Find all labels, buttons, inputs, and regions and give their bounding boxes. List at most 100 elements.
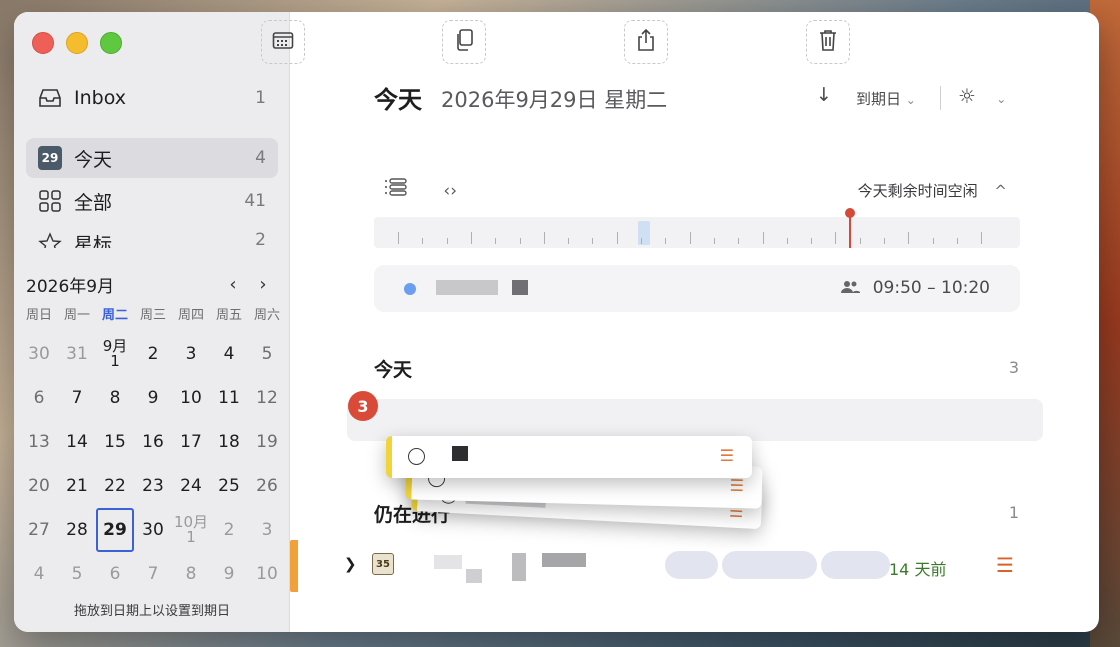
timeline-event-block[interactable] xyxy=(638,221,650,245)
share-icon xyxy=(636,28,656,57)
calendar-day[interactable]: 21 xyxy=(58,464,96,508)
sidebar-item-all[interactable]: 全部 41 xyxy=(26,181,278,221)
duplicate-button[interactable] xyxy=(442,20,486,64)
calendar-day[interactable]: 8 xyxy=(172,552,210,596)
calendar-day[interactable]: 3 xyxy=(172,332,210,376)
menu-lines-icon: ☰ xyxy=(729,475,745,496)
weekday-label: 周三 xyxy=(139,308,166,323)
calendar-day[interactable]: 12 xyxy=(248,376,286,420)
app-window: Inbox 1 29 今天 4 全部 41 星标 2 2026年9月 ‹ › 周… xyxy=(14,12,1099,632)
calendar-day[interactable]: 20 xyxy=(20,464,58,508)
calendar-day[interactable]: 23 xyxy=(134,464,172,508)
calendar-color-dot xyxy=(404,283,416,295)
calendar-day[interactable]: 19 xyxy=(248,420,286,464)
calendar-day[interactable]: 10 xyxy=(248,552,286,596)
close-window-button[interactable] xyxy=(32,32,54,54)
task-row[interactable]: ❯ 35 14 天前 ☰ xyxy=(344,547,1044,587)
calendar-day[interactable]: 7 xyxy=(58,376,96,420)
page-date: 2026年9月29日 星期二 xyxy=(441,88,668,112)
minimize-window-button[interactable] xyxy=(66,32,88,54)
calendar-day[interactable]: 4 xyxy=(20,552,58,596)
calendar-day[interactable]: 6 xyxy=(20,376,58,420)
timeline-tick xyxy=(908,232,910,244)
timeline-tick xyxy=(641,238,642,244)
sidebar-item-label: 全部 xyxy=(74,191,113,214)
calendar-day[interactable]: 2 xyxy=(134,332,172,376)
timeline-tick xyxy=(981,232,983,244)
calendar-day[interactable]: 30 xyxy=(134,508,172,552)
share-button[interactable] xyxy=(624,20,668,64)
chevron-right-icon[interactable]: ❯ xyxy=(344,555,357,573)
calendar-day[interactable]: 5 xyxy=(248,332,286,376)
calendar-day[interactable]: 11 xyxy=(210,376,248,420)
calendar-day[interactable]: 13 xyxy=(20,420,58,464)
calendar-day[interactable]: 27 xyxy=(20,508,58,552)
calendar-day[interactable]: 22 xyxy=(96,464,134,508)
calendar-day[interactable]: 25 xyxy=(210,464,248,508)
calendar-day[interactable]: 24 xyxy=(172,464,210,508)
calendar-day[interactable]: 31 xyxy=(58,332,96,376)
calendar-day[interactable]: 26 xyxy=(248,464,286,508)
calendar-week-row: 27 28 29 30 10月 123 xyxy=(20,508,286,552)
calendar-week-row: 30 31 9月 12345 xyxy=(20,332,286,376)
redacted-task-title xyxy=(542,553,586,567)
task-checkbox[interactable] xyxy=(408,448,425,465)
task-drop-zone[interactable] xyxy=(347,399,1043,441)
sort-direction-icon[interactable]: ↓ xyxy=(816,84,832,106)
calendar-day-today[interactable]: 29 xyxy=(96,508,134,552)
delete-button[interactable] xyxy=(806,20,850,64)
calendar-day[interactable]: 5 xyxy=(58,552,96,596)
calendar-day[interactable]: 17 xyxy=(172,420,210,464)
day-timeline[interactable] xyxy=(374,208,1020,248)
calendar-day[interactable]: 9 xyxy=(134,376,172,420)
display-options-menu[interactable]: ☼ ⌄ xyxy=(958,84,1006,108)
drag-count-badge: 3 xyxy=(348,391,378,421)
calendar-day[interactable]: 14 xyxy=(58,420,96,464)
calendar-day[interactable]: 18 xyxy=(210,420,248,464)
next-month-button[interactable]: › xyxy=(248,274,278,295)
menu-lines-icon[interactable]: ☰ xyxy=(996,553,1014,577)
timeline-tick xyxy=(495,238,497,244)
calendar-event-card[interactable]: 09:50 – 10:20 xyxy=(374,265,1020,312)
sidebar-item-count: 41 xyxy=(244,191,266,211)
calendar-day[interactable]: 10月 1 xyxy=(172,508,210,552)
redacted-task-title xyxy=(466,569,482,583)
inbox-icon xyxy=(36,84,64,112)
redacted-task-title xyxy=(512,553,526,581)
calendar-day[interactable]: 7 xyxy=(134,552,172,596)
mini-calendar-weekdays: 周日 周一 周二 周三 周四 周五 周六 xyxy=(20,304,286,323)
calendar-day[interactable]: 2 xyxy=(210,508,248,552)
calendar-day[interactable]: 10 xyxy=(172,376,210,420)
tag-pill[interactable] xyxy=(821,551,890,579)
timeline-tick xyxy=(786,238,788,244)
calendar-day[interactable]: 9月 1 xyxy=(96,332,134,376)
mini-calendar-title: 2026年9月 xyxy=(26,277,115,297)
calendar-day[interactable]: 30 xyxy=(20,332,58,376)
sidebar-item-inbox[interactable]: Inbox 1 xyxy=(26,78,278,118)
tag-pill[interactable] xyxy=(722,551,817,579)
tag-pill[interactable] xyxy=(665,551,718,579)
calendar-day[interactable]: 4 xyxy=(210,332,248,376)
timeline-tick xyxy=(689,232,691,244)
timeline-tick xyxy=(956,238,958,244)
timeline-tick xyxy=(762,232,764,244)
zoom-window-button[interactable] xyxy=(100,32,122,54)
sidebar-item-starred[interactable]: 星标 2 xyxy=(26,224,278,248)
calendar-day[interactable]: 16 xyxy=(134,420,172,464)
sort-menu[interactable]: 到期日 ⌄ xyxy=(856,88,916,109)
calendar-day[interactable]: 15 xyxy=(96,420,134,464)
dragged-task-card[interactable]: ☰ xyxy=(386,436,752,478)
free-time-toggle[interactable]: 今天剩余时间空闲 ^ xyxy=(858,180,1007,201)
list-view-icon[interactable] xyxy=(384,178,413,201)
calendar-day[interactable]: 9 xyxy=(210,552,248,596)
calendar-day[interactable]: 6 xyxy=(96,552,134,596)
code-brackets-icon[interactable]: ‹› xyxy=(443,181,457,201)
sidebar-item-count: 2 xyxy=(255,230,266,248)
sidebar-item-today[interactable]: 29 今天 4 xyxy=(26,138,278,178)
calendar-day[interactable]: 8 xyxy=(96,376,134,420)
calendar-day[interactable]: 3 xyxy=(248,508,286,552)
prev-month-button[interactable]: ‹ xyxy=(218,274,248,295)
sidebar-item-label: 星标 xyxy=(74,234,113,248)
calendar-day[interactable]: 28 xyxy=(58,508,96,552)
calendar-view-button[interactable] xyxy=(261,20,305,64)
